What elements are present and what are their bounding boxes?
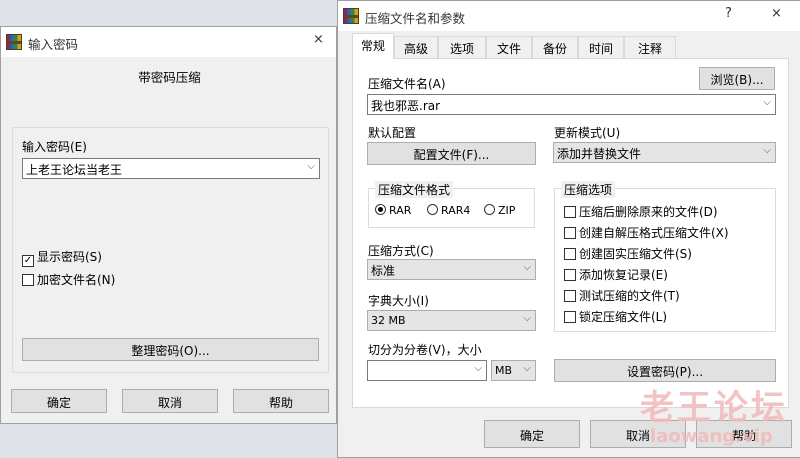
password-label: 输入密码(E) — [22, 140, 87, 154]
password-dialog-titlebar[interactable]: 输入密码 × — [1, 27, 336, 57]
method-value: 标准 — [371, 264, 396, 278]
option-create-solid[interactable]: 创建固实压缩文件(S) — [564, 245, 692, 262]
update-mode-label: 更新模式(U) — [554, 126, 621, 140]
help-button[interactable]: 帮助 — [233, 389, 329, 413]
split-volume-input[interactable]: ⌵ — [367, 360, 487, 381]
archive-options-title: 压缩选项 — [561, 181, 616, 198]
chevron-down-icon[interactable]: ⌵ — [474, 363, 482, 374]
update-mode-value: 添加并替换文件 — [557, 147, 642, 161]
tab-comment[interactable]: 注释 — [624, 36, 676, 58]
chevron-down-icon[interactable]: ⌵ — [523, 313, 531, 324]
chevron-down-icon[interactable]: ⌵ — [523, 262, 531, 273]
split-volume-label: 切分为分卷(V)，大小 — [368, 343, 482, 357]
tab-time[interactable]: 时间 — [578, 36, 624, 58]
checkbox-checked-icon: ✓ — [22, 255, 34, 267]
default-profile-label: 默认配置 — [368, 126, 417, 140]
archive-dialog-title: 压缩文件名和参数 — [365, 11, 466, 26]
tab-options[interactable]: 选项 — [438, 36, 486, 58]
help-icon[interactable]: ? — [725, 6, 732, 22]
format-zip-label: ZIP — [498, 204, 516, 217]
method-select[interactable]: 标准 ⌵ — [367, 259, 536, 280]
ok-button[interactable]: 确定 — [484, 420, 580, 448]
organize-passwords-button[interactable]: 整理密码(O)... — [22, 338, 319, 361]
checkbox-unchecked-icon — [564, 269, 576, 281]
radio-unselected-icon — [484, 204, 495, 215]
split-unit-select[interactable]: MB ⌵ — [491, 360, 536, 381]
archive-format-group: 压缩文件格式 RAR RAR4 ZIP — [368, 181, 535, 228]
dictionary-size-value: 32 MB — [371, 314, 406, 327]
option-label: 创建固实压缩文件(S) — [579, 247, 692, 261]
archive-name-value: 我也邪恶.rar — [371, 99, 441, 113]
method-label: 压缩方式(C) — [368, 244, 434, 258]
winrar-icon — [6, 34, 22, 50]
chevron-down-icon[interactable]: ⌵ — [307, 161, 315, 172]
option-label: 压缩后删除原来的文件(D) — [579, 205, 718, 219]
option-label: 锁定压缩文件(L) — [579, 310, 668, 324]
format-radio-zip[interactable]: ZIP — [484, 204, 515, 217]
password-dialog-title: 输入密码 — [28, 37, 79, 52]
checkbox-unchecked-icon — [22, 274, 34, 286]
checkbox-unchecked-icon — [564, 311, 576, 323]
option-create-sfx[interactable]: 创建自解压格式压缩文件(X) — [564, 224, 729, 241]
radio-selected-icon — [375, 204, 386, 215]
browse-button[interactable]: 浏览(B)... — [699, 67, 775, 90]
chevron-down-icon[interactable]: ⌵ — [523, 363, 531, 374]
archive-dialog-titlebar[interactable]: 压缩文件名和参数 ? × — [338, 1, 800, 31]
tab-advanced[interactable]: 高级 — [394, 36, 438, 58]
profiles-button[interactable]: 配置文件(F)... — [367, 142, 536, 165]
format-rar4-label: RAR4 — [441, 204, 471, 217]
ok-button[interactable]: 确定 — [11, 389, 107, 413]
option-delete-after[interactable]: 压缩后删除原来的文件(D) — [564, 203, 718, 220]
archive-format-title: 压缩文件格式 — [375, 181, 454, 198]
winrar-icon — [343, 8, 359, 24]
archive-options-group: 压缩选项 压缩后删除原来的文件(D) 创建自解压格式压缩文件(X) 创建固实压缩… — [554, 181, 776, 332]
option-label: 添加恢复记录(E) — [579, 268, 668, 282]
tab-backup[interactable]: 备份 — [532, 36, 578, 58]
chevron-down-icon[interactable]: ⌵ — [763, 145, 771, 156]
dictionary-size-label: 字典大小(I) — [368, 294, 429, 308]
help-button[interactable]: 帮助 — [696, 420, 792, 448]
option-recovery-record[interactable]: 添加恢复记录(E) — [564, 266, 668, 283]
dialog-heading: 带密码压缩 — [138, 70, 201, 85]
chevron-down-icon[interactable]: ⌵ — [763, 97, 771, 108]
format-radio-rar4[interactable]: RAR4 — [427, 204, 470, 217]
dictionary-size-select[interactable]: 32 MB ⌵ — [367, 310, 536, 331]
checkbox-unchecked-icon — [564, 227, 576, 239]
password-group: 输入密码(E) 上老王论坛当老王 ⌵ ✓ 显示密码(S) 加密文件名(N) 整理密… — [12, 127, 329, 373]
option-label: 测试压缩的文件(T) — [579, 289, 680, 303]
update-mode-select[interactable]: 添加并替换文件 ⌵ — [553, 142, 776, 163]
encrypt-filenames-label: 加密文件名(N) — [37, 273, 116, 287]
show-password-checkbox[interactable]: ✓ 显示密码(S) — [22, 248, 102, 267]
show-password-label: 显示密码(S) — [37, 250, 102, 264]
radio-unselected-icon — [427, 204, 438, 215]
checkbox-unchecked-icon — [564, 206, 576, 218]
password-dialog: 输入密码 × 带密码压缩 输入密码(E) 上老王论坛当老王 ⌵ ✓ 显示密码(S)… — [0, 26, 337, 424]
format-radio-rar[interactable]: RAR — [375, 204, 411, 217]
tab-files[interactable]: 文件 — [486, 36, 532, 58]
option-label: 创建自解压格式压缩文件(X) — [579, 226, 729, 240]
encrypt-filenames-checkbox[interactable]: 加密文件名(N) — [22, 271, 115, 288]
password-value: 上老王论坛当老王 — [26, 163, 123, 177]
cancel-button[interactable]: 取消 — [122, 389, 218, 413]
cancel-button[interactable]: 取消 — [590, 420, 686, 448]
option-lock-archive[interactable]: 锁定压缩文件(L) — [564, 308, 667, 325]
tab-general[interactable]: 常规 — [352, 33, 394, 59]
format-rar-label: RAR — [389, 204, 412, 217]
checkbox-unchecked-icon — [564, 290, 576, 302]
checkbox-unchecked-icon — [564, 248, 576, 260]
set-password-button[interactable]: 设置密码(P)... — [554, 359, 776, 382]
split-unit-value: MB — [495, 364, 513, 377]
option-test-files[interactable]: 测试压缩的文件(T) — [564, 287, 680, 304]
password-input[interactable]: 上老王论坛当老王 ⌵ — [22, 158, 320, 179]
close-icon[interactable]: × — [771, 6, 782, 22]
close-icon[interactable]: × — [313, 32, 324, 48]
archive-name-input[interactable]: 我也邪恶.rar ⌵ — [367, 94, 776, 115]
archive-name-label: 压缩文件名(A) — [368, 77, 446, 91]
